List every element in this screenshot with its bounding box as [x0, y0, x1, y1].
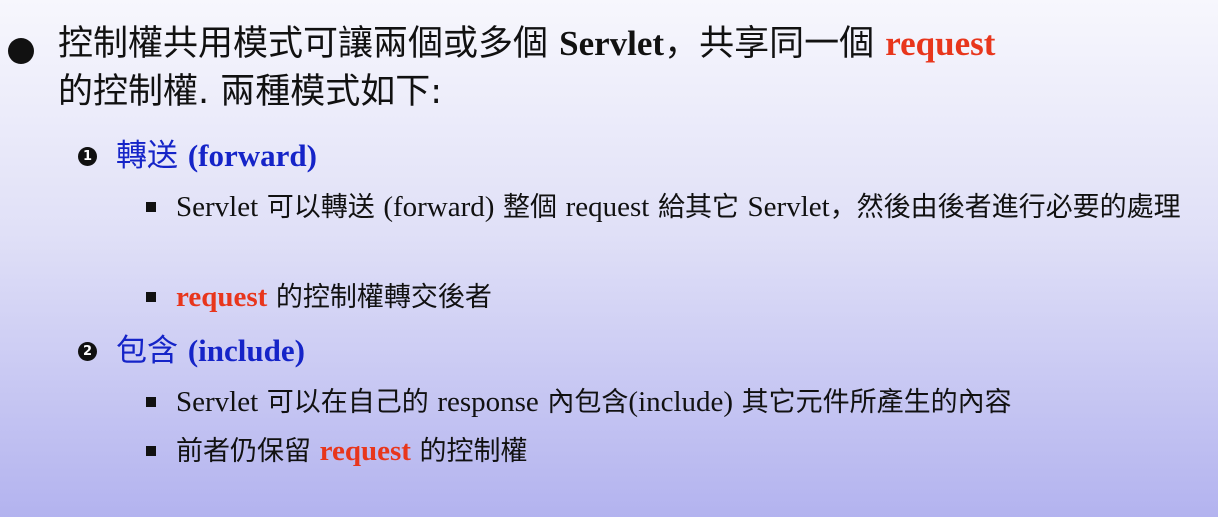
text-segment: 的控制權. 兩種模式如下: — [58, 72, 443, 112]
square-bullet-icon — [146, 202, 156, 212]
text-segment: 可以在自己的 — [258, 387, 438, 418]
include-label: 包含 — [116, 333, 188, 369]
text-segment: 可以轉送 — [258, 192, 384, 223]
forward-item-1: Servlet 可以轉送 (forward) 整個 request 給其它 Se… — [176, 188, 1206, 227]
text-segment: response — [437, 386, 539, 418]
text-segment: 整個 — [494, 192, 566, 223]
square-bullet-icon — [146, 446, 156, 456]
text-segment: ，然後由後者進行必要的處理 — [829, 192, 1181, 223]
text-segment: request — [565, 191, 650, 223]
text-segment: Servlet — [176, 191, 259, 223]
servlet-term: Servlet — [559, 24, 665, 63]
request-term: request — [176, 281, 268, 313]
request-term: request — [885, 24, 996, 63]
bullet-dot-icon — [8, 38, 34, 64]
request-term: request — [319, 435, 411, 467]
include-item-1: Servlet 可以在自己的 response 內包含(include) 其它元… — [176, 383, 1206, 422]
include-english: (include) — [187, 333, 305, 368]
forward-english: (forward) — [187, 138, 317, 173]
forward-heading: 轉送 (forward) — [116, 136, 317, 176]
main-bullet-text: 控制權共用模式可讓兩個或多個 Servlet，共享同一個 request 的控制… — [58, 20, 1208, 116]
text-segment: 給其它 — [649, 192, 748, 223]
number-one-bullet-icon: 1 — [78, 147, 97, 166]
square-bullet-icon — [146, 397, 156, 407]
forward-item-2: request 的控制權轉交後者 — [176, 278, 1206, 317]
text-segment: 前者仍保留 — [176, 436, 320, 467]
text-segment: 的控制權 — [410, 436, 528, 467]
text-segment: Servlet — [176, 386, 259, 418]
text-segment: (include) — [628, 386, 734, 418]
include-heading: 包含 (include) — [116, 331, 305, 371]
text-segment: 內包含 — [538, 387, 629, 418]
square-bullet-icon — [146, 292, 156, 302]
text-segment: (forward) — [383, 191, 495, 223]
text-segment: 其它元件所產生的內容 — [733, 387, 1012, 418]
include-item-2: 前者仍保留 request 的控制權 — [176, 432, 1206, 471]
text-segment: ，共享同一個 — [664, 24, 886, 64]
forward-label: 轉送 — [116, 138, 188, 174]
text-segment: 控制權共用模式可讓兩個或多個 — [58, 24, 560, 64]
text-segment: 的控制權轉交後者 — [267, 282, 492, 313]
number-two-bullet-icon: 2 — [78, 342, 97, 361]
text-segment: Servlet — [747, 191, 830, 223]
